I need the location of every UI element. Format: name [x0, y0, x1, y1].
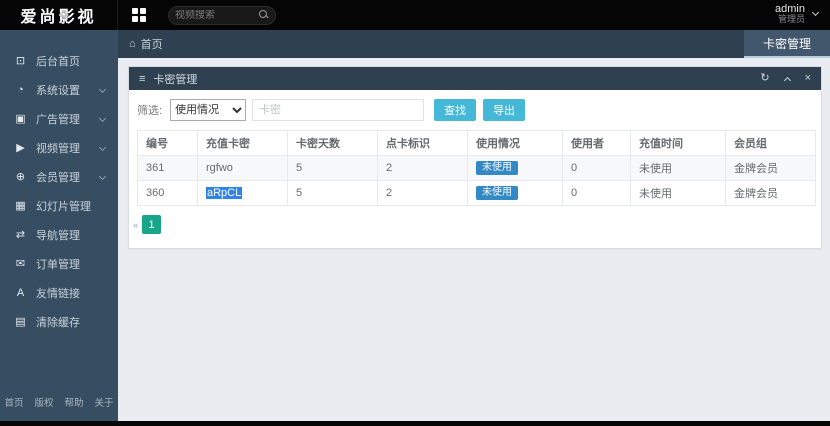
video-search-box[interactable]: [168, 6, 276, 25]
footer-link-copyright[interactable]: 版权: [34, 395, 53, 409]
user-role: 管理员: [775, 15, 805, 25]
cell-time: 未使用: [631, 156, 726, 181]
sidebar-item-system-settings[interactable]: ◔ 系统设置: [0, 75, 118, 104]
search-button[interactable]: 查找: [434, 99, 476, 121]
pagination-prev-icon[interactable]: «: [133, 220, 138, 230]
close-icon[interactable]: ×: [805, 73, 811, 84]
list-icon: ≡: [139, 73, 145, 85]
sidebar-item-ad-management[interactable]: ▣ 广告管理: [0, 104, 118, 133]
cell-key: rgfwo: [198, 156, 288, 181]
bottom-strip: [0, 421, 830, 426]
chevron-down-icon: [812, 9, 819, 16]
collapse-icon[interactable]: [784, 76, 791, 83]
sidebar-item-clear-cache[interactable]: ▤ 清除缓存: [0, 307, 118, 336]
table-row: 360 aRpCL 5 2 未使用 0 未使用 金牌会员: [138, 181, 816, 206]
cell-key: aRpCL: [198, 181, 288, 206]
sidebar-item-order-management[interactable]: ✉ 订单管理: [0, 249, 118, 278]
search-icon[interactable]: [259, 10, 269, 20]
cell-flag: 2: [378, 181, 468, 206]
cell-flag: 2: [378, 156, 468, 181]
status-badge: 未使用: [476, 186, 518, 200]
card-key-panel: ≡ 卡密管理 ↻ × 筛选: 使用情况 查找 导出 编号: [128, 66, 822, 249]
card-key-table: 编号 充值卡密 卡密天数 点卡标识 使用情况 使用者 充值时间 会员组 361 …: [137, 130, 816, 206]
col-key: 充值卡密: [198, 131, 288, 156]
col-user: 使用者: [563, 131, 631, 156]
user-menu[interactable]: admin 管理员: [775, 3, 818, 25]
topbar: 爱尚影视 admin 管理员: [0, 0, 830, 30]
breadcrumb-home[interactable]: 首页: [141, 36, 163, 52]
chevron-down-icon: [99, 86, 106, 93]
panel-header: ≡ 卡密管理 ↻ ×: [129, 67, 821, 90]
chevron-down-icon: [99, 144, 106, 151]
sidebar-item-slides-management[interactable]: ▦ 幻灯片管理: [0, 191, 118, 220]
envelope-icon: ✉: [13, 257, 28, 270]
chevron-down-icon: [99, 115, 106, 122]
breadcrumb-bar: ⌂ 首页 卡密管理: [118, 30, 830, 58]
video-search-input[interactable]: [175, 10, 259, 21]
desktop-icon: ⊡: [13, 54, 28, 67]
filter-row: 筛选: 使用情况 查找 导出: [129, 90, 821, 129]
panel-title: 卡密管理: [153, 71, 197, 87]
selected-text: aRpCL: [206, 187, 242, 199]
export-button[interactable]: 导出: [483, 99, 525, 121]
pagination: « 1: [129, 206, 821, 248]
col-group: 会员组: [726, 131, 816, 156]
sidebar-item-nav-management[interactable]: ⇄ 导航管理: [0, 220, 118, 249]
status-badge: 未使用: [476, 161, 518, 175]
sidebar-item-dashboard[interactable]: ⊡ 后台首页: [0, 46, 118, 75]
users-icon: ⊕: [13, 170, 28, 183]
refresh-icon[interactable]: ↻: [760, 73, 769, 84]
image-icon: ▣: [13, 112, 28, 125]
video-icon: ▶: [13, 141, 28, 154]
footer-link-home[interactable]: 首页: [4, 395, 23, 409]
status-filter-select[interactable]: 使用情况: [170, 99, 246, 121]
pagination-page-1[interactable]: 1: [142, 215, 161, 234]
col-id: 编号: [138, 131, 198, 156]
home-icon: ⌂: [129, 38, 136, 50]
col-time: 充值时间: [631, 131, 726, 156]
cell-group: 金牌会员: [726, 181, 816, 206]
sidebar-item-video-management[interactable]: ▶ 视频管理: [0, 133, 118, 162]
cell-days: 5: [288, 156, 378, 181]
tab-card-key-management[interactable]: 卡密管理: [744, 30, 830, 58]
footer-link-about[interactable]: 关于: [95, 395, 114, 409]
chevron-down-icon: [99, 173, 106, 180]
col-days: 卡密天数: [288, 131, 378, 156]
cell-days: 5: [288, 181, 378, 206]
apps-grid-icon[interactable]: [132, 8, 146, 22]
sidebar: ⊡ 后台首页 ◔ 系统设置 ▣ 广告管理 ▶ 视频管理 ⊕ 会员管理 ▦ 幻灯片…: [0, 30, 118, 421]
shuffle-icon: ⇄: [13, 228, 28, 241]
slides-icon: ▦: [13, 199, 28, 212]
col-status: 使用情况: [468, 131, 563, 156]
sidebar-item-friend-links[interactable]: A 友情链接: [0, 278, 118, 307]
pie-chart-icon: ◔: [13, 84, 28, 96]
col-flag: 点卡标识: [378, 131, 468, 156]
font-icon: A: [13, 287, 28, 299]
cell-group: 金牌会员: [726, 156, 816, 181]
cell-time: 未使用: [631, 181, 726, 206]
brand-logo: 爱尚影视: [0, 0, 118, 30]
footer-link-help[interactable]: 帮助: [65, 395, 84, 409]
card-key-input[interactable]: [252, 99, 424, 121]
table-header-row: 编号 充值卡密 卡密天数 点卡标识 使用情况 使用者 充值时间 会员组: [138, 131, 816, 156]
table-row: 361 rgfwo 5 2 未使用 0 未使用 金牌会员: [138, 156, 816, 181]
main-content: ⌂ 首页 卡密管理 ≡ 卡密管理 ↻ × 筛选: 使用情况 查找 导出: [118, 30, 830, 421]
cell-id: 361: [138, 156, 198, 181]
cell-status: 未使用: [468, 181, 563, 206]
filter-label: 筛选:: [137, 102, 162, 118]
cell-status: 未使用: [468, 156, 563, 181]
cell-user: 0: [563, 156, 631, 181]
cell-user: 0: [563, 181, 631, 206]
sidebar-item-member-management[interactable]: ⊕ 会员管理: [0, 162, 118, 191]
sidebar-footer: 首页 版权 帮助 关于: [0, 395, 118, 409]
calendar-icon: ▤: [13, 315, 28, 328]
cell-id: 360: [138, 181, 198, 206]
